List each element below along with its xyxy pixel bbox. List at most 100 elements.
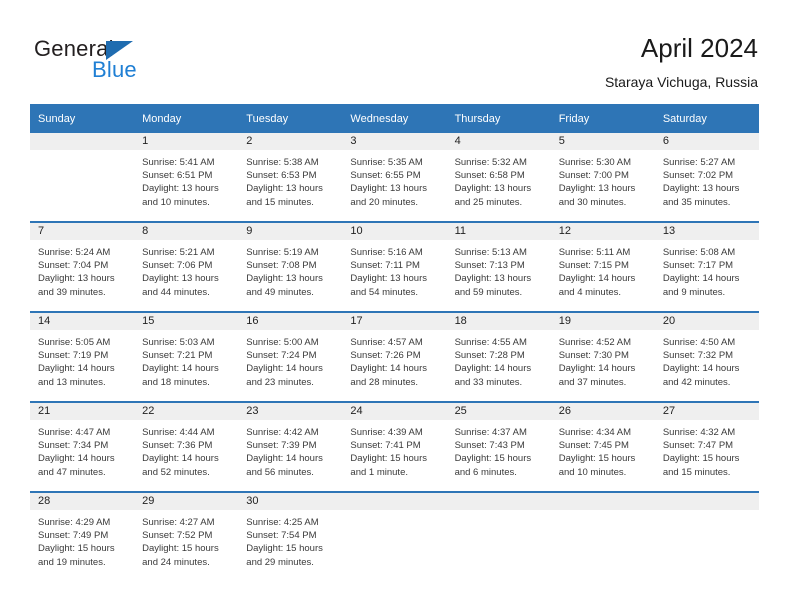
daylight-duration-line2: and 59 minutes. <box>454 286 523 298</box>
day-sun-info: Sunrise: 4:25 AM Sunset: 7:54 PM Daylight:… <box>238 510 342 569</box>
calendar-day-cell[interactable]: 25 Sunrise: 4:37 AM Sunset: 7:43 PM Dayligh… <box>446 401 551 492</box>
day-number: 17 <box>342 313 447 330</box>
sunrise-time: Sunrise: 5:19 AM <box>246 247 319 258</box>
daylight-duration-line1: Daylight: 14 hours <box>350 363 427 375</box>
day-cell-inner: 6 Sunrise: 5:27 AM Sunset: 7:02 PM Daylight… <box>654 133 759 221</box>
sunset-time: Sunset: 6:51 PM <box>142 170 213 182</box>
calendar-day-cell[interactable]: 1 Sunrise: 5:41 AM Sunset: 6:51 PM Daylight… <box>134 133 239 222</box>
day-cell-inner: 2 Sunrise: 5:38 AM Sunset: 6:53 PM Daylight… <box>238 133 343 221</box>
daylight-duration-line2: and 52 minutes. <box>142 466 210 478</box>
daylight-duration-line1: Daylight: 13 hours <box>558 183 636 195</box>
weekday-header-thursday: Thursday <box>446 104 551 133</box>
sunrise-time: Sunrise: 5:24 AM <box>38 247 111 258</box>
calendar-day-cell[interactable]: 15 Sunrise: 5:03 AM Sunset: 7:21 PM Dayligh… <box>134 311 239 402</box>
calendar-day-cell[interactable]: 23 Sunrise: 4:42 AM Sunset: 7:39 PM Dayligh… <box>238 401 343 492</box>
day-cell-inner: 12 Sunrise: 5:11 AM Sunset: 7:15 PM Dayligh… <box>550 223 655 311</box>
calendar-day-cell[interactable]: 3 Sunrise: 5:35 AM Sunset: 6:55 PM Daylight… <box>342 133 447 222</box>
calendar-day-cell[interactable]: 27 Sunrise: 4:32 AM Sunset: 7:47 PM Dayligh… <box>654 401 759 492</box>
calendar-day-cell[interactable]: 29 Sunrise: 4:27 AM Sunset: 7:52 PM Dayligh… <box>134 491 239 581</box>
calendar-day-cell[interactable]: 11 Sunrise: 5:13 AM Sunset: 7:13 PM Dayligh… <box>446 221 551 312</box>
calendar-day-cell[interactable]: 16 Sunrise: 5:00 AM Sunset: 7:24 PM Dayligh… <box>238 311 343 402</box>
daylight-duration-line2: and 28 minutes. <box>350 376 419 388</box>
calendar-day-cell[interactable]: 9 Sunrise: 5:19 AM Sunset: 7:08 PM Daylight… <box>238 221 343 312</box>
sunrise-time: Sunrise: 4:57 AM <box>350 337 423 348</box>
sunrise-time: Sunrise: 5:16 AM <box>350 247 423 258</box>
day-sun-info: Sunrise: 4:44 AM Sunset: 7:36 PM Daylight:… <box>134 420 238 479</box>
calendar-day-cell[interactable]: 13 Sunrise: 5:08 AM Sunset: 7:17 PM Dayligh… <box>654 221 759 312</box>
calendar-week-row: 28 Sunrise: 4:29 AM Sunset: 7:49 PM Dayligh… <box>30 491 759 581</box>
sunset-time: Sunset: 7:28 PM <box>454 350 525 362</box>
day-cell-inner: 29 Sunrise: 4:27 AM Sunset: 7:52 PM Dayligh… <box>134 493 239 581</box>
calendar-day-cell[interactable]: 6 Sunrise: 5:27 AM Sunset: 7:02 PM Daylight… <box>654 133 759 222</box>
daylight-duration-line1: Daylight: 15 hours <box>38 543 115 555</box>
calendar-day-cell[interactable]: 30 Sunrise: 4:25 AM Sunset: 7:54 PM Dayligh… <box>238 491 343 581</box>
daylight-duration-line1: Daylight: 14 hours <box>142 453 219 465</box>
day-sun-info: Sunrise: 5:32 AM Sunset: 6:58 PM Daylight:… <box>447 150 551 209</box>
day-cell-inner: 21 Sunrise: 4:47 AM Sunset: 7:34 PM Dayligh… <box>30 403 135 491</box>
daylight-duration-line1: Daylight: 14 hours <box>38 363 115 375</box>
day-cell-inner: 19 Sunrise: 4:52 AM Sunset: 7:30 PM Dayligh… <box>550 313 655 401</box>
calendar-day-cell[interactable]: 24 Sunrise: 4:39 AM Sunset: 7:41 PM Dayligh… <box>342 401 447 492</box>
calendar-day-cell[interactable]: 21 Sunrise: 4:47 AM Sunset: 7:34 PM Dayligh… <box>30 401 135 492</box>
sunrise-time: Sunrise: 5:41 AM <box>142 157 215 168</box>
day-cell-inner: 8 Sunrise: 5:21 AM Sunset: 7:06 PM Daylight… <box>134 223 239 311</box>
calendar-day-cell[interactable]: 7 Sunrise: 5:24 AM Sunset: 7:04 PM Daylight… <box>30 221 135 312</box>
daylight-duration-line2: and 13 minutes. <box>38 376 106 388</box>
daylight-duration-line2: and 9 minutes. <box>662 286 726 298</box>
weekday-header-friday: Friday <box>550 104 655 133</box>
daylight-duration-line1: Daylight: 13 hours <box>454 183 532 195</box>
day-cell-inner: 3 Sunrise: 5:35 AM Sunset: 6:55 PM Daylight… <box>342 133 447 221</box>
day-sun-info: Sunrise: 5:21 AM Sunset: 7:06 PM Daylight:… <box>134 240 238 299</box>
day-sun-info: Sunrise: 5:11 AM Sunset: 7:15 PM Daylight:… <box>551 240 655 299</box>
day-cell-inner: 25 Sunrise: 4:37 AM Sunset: 7:43 PM Dayligh… <box>446 403 551 491</box>
weekday-header-saturday: Saturday <box>654 104 759 133</box>
day-cell-inner: 23 Sunrise: 4:42 AM Sunset: 7:39 PM Dayligh… <box>238 403 343 491</box>
calendar-day-cell[interactable]: 12 Sunrise: 5:11 AM Sunset: 7:15 PM Dayligh… <box>550 221 655 312</box>
weekday-header-sunday: Sunday <box>30 104 135 133</box>
calendar-day-cell[interactable]: 2 Sunrise: 5:38 AM Sunset: 6:53 PM Daylight… <box>238 133 343 222</box>
daylight-duration-line1: Daylight: 14 hours <box>558 363 636 375</box>
calendar-day-cell[interactable]: 28 Sunrise: 4:29 AM Sunset: 7:49 PM Dayligh… <box>30 491 135 581</box>
brand-logo[interactable]: General Blue <box>34 36 274 92</box>
calendar-day-cell[interactable]: 17 Sunrise: 4:57 AM Sunset: 7:26 PM Dayligh… <box>342 311 447 402</box>
daylight-duration-line2: and 49 minutes. <box>246 286 314 298</box>
day-number: 9 <box>238 223 343 240</box>
calendar-day-cell[interactable]: 18 Sunrise: 4:55 AM Sunset: 7:28 PM Dayligh… <box>446 311 551 402</box>
calendar-day-cell[interactable]: 10 Sunrise: 5:16 AM Sunset: 7:11 PM Dayligh… <box>342 221 447 312</box>
sunset-time: Sunset: 7:36 PM <box>142 440 213 452</box>
calendar-day-cell[interactable]: 20 Sunrise: 4:50 AM Sunset: 7:32 PM Dayligh… <box>654 311 759 402</box>
day-sun-info: Sunrise: 5:35 AM Sunset: 6:55 PM Daylight:… <box>342 150 446 209</box>
daylight-duration-line2: and 56 minutes. <box>246 466 314 478</box>
weekday-header-monday: Monday <box>134 104 239 133</box>
daylight-duration-line1: Daylight: 14 hours <box>246 453 323 465</box>
day-number: 7 <box>30 223 135 240</box>
daylight-duration-line1: Daylight: 14 hours <box>246 363 323 375</box>
day-number <box>30 133 135 150</box>
daylight-duration-line1: Daylight: 13 hours <box>246 273 323 285</box>
day-sun-info: Sunrise: 4:52 AM Sunset: 7:30 PM Daylight:… <box>551 330 655 389</box>
daylight-duration-line1: Daylight: 15 hours <box>662 453 740 465</box>
day-cell-inner: 10 Sunrise: 5:16 AM Sunset: 7:11 PM Dayligh… <box>342 223 447 311</box>
calendar-day-cell[interactable]: 4 Sunrise: 5:32 AM Sunset: 6:58 PM Daylight… <box>446 133 551 222</box>
sunrise-time: Sunrise: 5:30 AM <box>558 157 632 168</box>
calendar-day-cell[interactable]: 22 Sunrise: 4:44 AM Sunset: 7:36 PM Dayligh… <box>134 401 239 492</box>
calendar-day-cell[interactable]: 8 Sunrise: 5:21 AM Sunset: 7:06 PM Daylight… <box>134 221 239 312</box>
sunset-time: Sunset: 7:17 PM <box>662 260 734 272</box>
daylight-duration-line2: and 42 minutes. <box>662 376 731 388</box>
calendar-day-cell[interactable]: 5 Sunrise: 5:30 AM Sunset: 7:00 PM Daylight… <box>550 133 655 222</box>
calendar-day-cell[interactable]: 14 Sunrise: 5:05 AM Sunset: 7:19 PM Dayligh… <box>30 311 135 402</box>
page-subtitle: Staraya Vichuga, Russia <box>604 74 758 90</box>
calendar-day-cell[interactable]: 19 Sunrise: 4:52 AM Sunset: 7:30 PM Dayligh… <box>550 311 655 402</box>
sunrise-time: Sunrise: 4:27 AM <box>142 517 215 528</box>
calendar-day-cell[interactable]: 26 Sunrise: 4:34 AM Sunset: 7:45 PM Dayligh… <box>550 401 655 492</box>
day-sun-info: Sunrise: 5:13 AM Sunset: 7:13 PM Daylight:… <box>447 240 551 299</box>
sunset-time: Sunset: 7:43 PM <box>454 440 525 452</box>
sunrise-time: Sunrise: 5:08 AM <box>662 247 736 258</box>
calendar-day-cell <box>550 491 655 581</box>
daylight-duration-line1: Daylight: 15 hours <box>142 543 219 555</box>
daylight-duration-line1: Daylight: 13 hours <box>350 183 427 195</box>
day-sun-info: Sunrise: 5:08 AM Sunset: 7:17 PM Daylight:… <box>655 240 759 299</box>
sunset-time: Sunset: 7:32 PM <box>662 350 734 362</box>
sunrise-time: Sunrise: 4:50 AM <box>662 337 736 348</box>
sunset-time: Sunset: 6:53 PM <box>246 170 317 182</box>
